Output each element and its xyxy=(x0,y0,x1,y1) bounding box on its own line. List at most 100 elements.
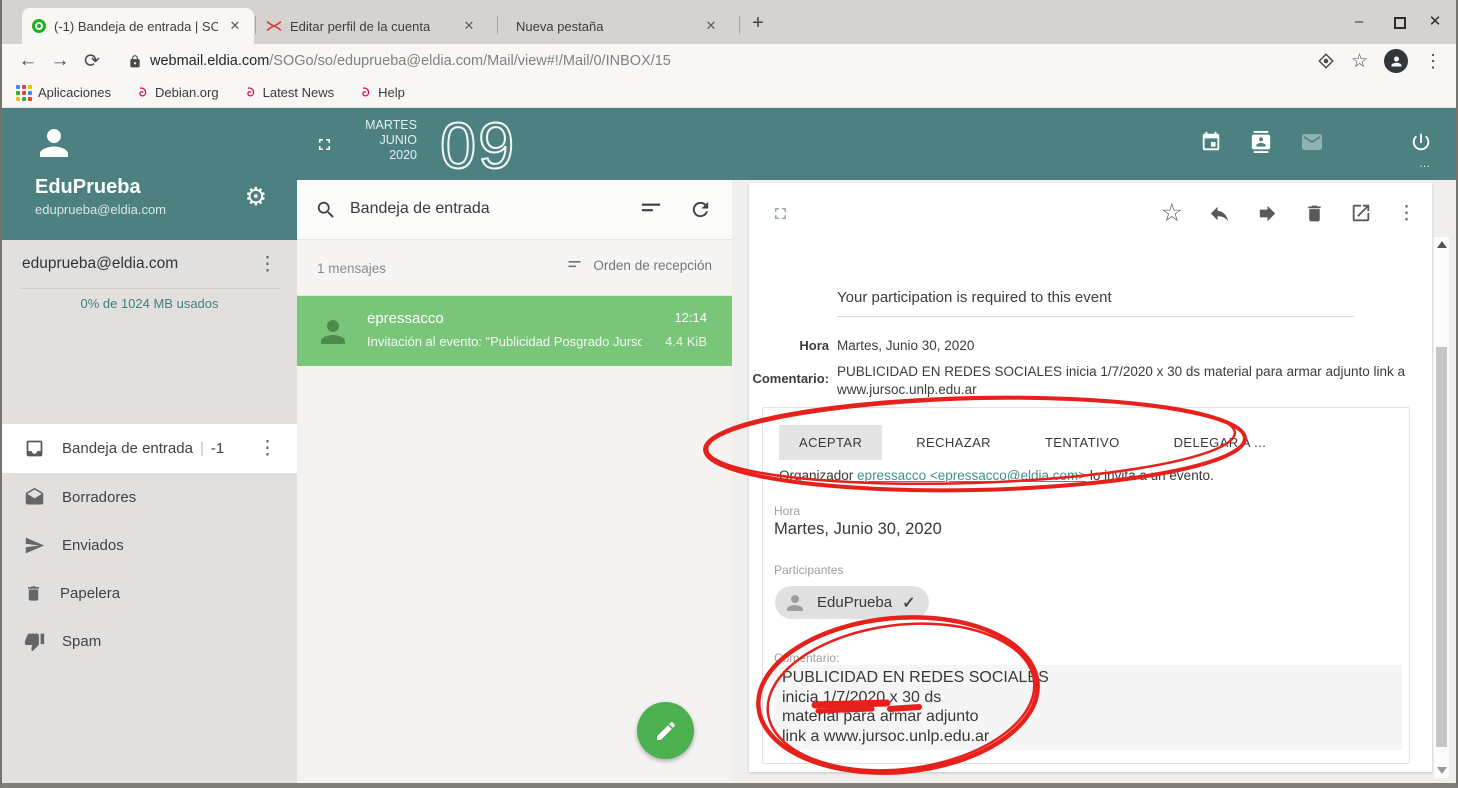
calendar-icon[interactable] xyxy=(1200,131,1222,153)
tentative-button[interactable]: TENTATIVO xyxy=(1025,425,1140,460)
invite-comment-label: Comentario: xyxy=(774,651,839,665)
message-row[interactable]: epressacco 12:14 Invitación al evento: "… xyxy=(297,296,732,366)
bookmark-label: Help xyxy=(378,85,405,100)
sidebar-item-spam[interactable]: Spam xyxy=(2,617,297,665)
sogo-favicon xyxy=(32,19,46,33)
debian-swirl-icon xyxy=(358,86,372,100)
mail-icon[interactable] xyxy=(1300,130,1324,154)
account-label: eduprueba@eldia.com xyxy=(22,255,178,273)
tab-close-icon[interactable]: ✕ xyxy=(226,18,244,34)
address-bar[interactable]: webmail.eldia.com/SOGo/so/eduprueba@eldi… xyxy=(114,47,1303,75)
bookmark-apps[interactable]: Aplicaciones xyxy=(16,85,111,101)
list-header: 1 mensajes Orden de recepción xyxy=(297,240,732,296)
compose-fab-button[interactable] xyxy=(637,702,694,759)
sort-order-control[interactable]: Orden de recepción xyxy=(567,258,712,273)
scrollbar-thumb[interactable] xyxy=(1436,347,1447,747)
debian-swirl-icon xyxy=(135,86,149,100)
account-row[interactable]: eduprueba@eldia.com ⋮ xyxy=(2,240,297,288)
tab-inbox[interactable]: (-1) Bandeja de entrada | SO ✕ xyxy=(22,8,254,44)
organizer-link[interactable]: epressacco <epressacco@eldia.com> xyxy=(857,468,1086,483)
url-path: /SOGo/so/eduprueba@eldia.com/Mail/view#!… xyxy=(269,53,671,69)
search-row[interactable]: Bandeja de entrada xyxy=(297,180,732,240)
search-icon[interactable] xyxy=(315,199,337,221)
unread-badge: -1 xyxy=(211,440,224,457)
expand-message-icon[interactable] xyxy=(771,204,790,223)
tab-new[interactable]: Nueva pestaña ✕ xyxy=(498,8,730,44)
date-month: JUNIO xyxy=(337,133,417,148)
folder-label: Spam xyxy=(62,633,101,650)
scroll-down-arrow[interactable] xyxy=(1437,767,1447,774)
participant-avatar-icon xyxy=(783,591,807,615)
debian-swirl-icon xyxy=(243,86,257,100)
tab-separator xyxy=(739,16,740,34)
app-bar: MARTES JUNIO 2020 09 … xyxy=(297,108,1456,180)
sidebar-item-inbox[interactable]: Bandeja de entrada | -1 ⋮ xyxy=(2,424,297,473)
message-size: 4.4 KiB xyxy=(665,334,707,349)
organizer-line: Organizador epressacco <epressacco@eldia… xyxy=(779,468,1214,483)
accept-button[interactable]: ACEPTAR xyxy=(779,425,882,460)
folder-label: Borradores xyxy=(62,489,136,506)
extension-eye-icon[interactable] xyxy=(1317,52,1335,70)
tab-title: Nueva pestaña xyxy=(516,19,694,34)
folder-label: Enviados xyxy=(62,537,124,554)
logout-power-icon[interactable] xyxy=(1410,131,1432,153)
sidebar: EduPrueba eduprueba@eldia.com ⚙ eduprueb… xyxy=(2,108,297,783)
tab-close-icon[interactable]: ✕ xyxy=(702,18,720,34)
reload-button[interactable]: ⟳ xyxy=(76,50,108,73)
refresh-icon[interactable] xyxy=(689,198,712,221)
folder-label: Papelera xyxy=(60,585,120,602)
profile-avatar-icon[interactable] xyxy=(1384,49,1408,73)
forward-button[interactable]: → xyxy=(44,50,76,72)
close-window-button[interactable]: ✕ xyxy=(1424,12,1446,34)
sidebar-item-trash[interactable]: Papelera xyxy=(2,569,297,617)
vertical-scrollbar[interactable] xyxy=(1433,237,1449,778)
folder-menu-icon[interactable]: ⋮ xyxy=(258,437,277,460)
delete-icon[interactable] xyxy=(1304,202,1325,225)
scroll-up-arrow[interactable] xyxy=(1437,241,1447,248)
bookmark-label: Latest News xyxy=(263,85,335,100)
message-list-column: Bandeja de entrada 1 mensajes Orden de r… xyxy=(297,180,732,783)
tab-close-icon[interactable]: ✕ xyxy=(460,18,478,34)
hora-value: Martes, Junio 30, 2020 xyxy=(837,337,974,355)
decline-button[interactable]: RECHAZAR xyxy=(896,425,1011,460)
comment-line: PUBLICIDAD EN REDES SOCIALES xyxy=(782,668,1394,688)
tab-edit-profile[interactable]: Editar perfil de la cuenta ✕ xyxy=(256,8,488,44)
new-tab-button[interactable]: + xyxy=(746,12,770,36)
bookmark-debian[interactable]: Debian.org xyxy=(135,85,219,100)
sidebar-item-sent[interactable]: Enviados xyxy=(2,521,297,569)
participant-chip[interactable]: EduPrueba ✓ xyxy=(775,586,929,619)
account-menu-icon[interactable]: ⋮ xyxy=(258,253,277,276)
sidebar-item-drafts[interactable]: Borradores xyxy=(2,473,297,521)
message-time: 12:14 xyxy=(674,310,707,325)
bookmark-latest-news[interactable]: Latest News xyxy=(243,85,335,100)
drafts-icon xyxy=(24,487,45,508)
participant-name: EduPrueba xyxy=(817,594,892,611)
flag-star-icon[interactable]: ☆ xyxy=(1161,201,1183,225)
browser-menu-icon[interactable]: ⋮ xyxy=(1424,51,1442,72)
comment-line: inicia 1/7/2020 x 30 ds xyxy=(782,688,1394,708)
logout-dots: … xyxy=(1419,158,1432,170)
sidebar-header: EduPrueba eduprueba@eldia.com ⚙ xyxy=(2,108,297,240)
bookmark-star-icon[interactable]: ☆ xyxy=(1351,50,1368,73)
minimize-button[interactable]: – xyxy=(1348,12,1370,34)
settings-gear-icon[interactable]: ⚙ xyxy=(245,182,267,212)
forward-icon[interactable] xyxy=(1256,202,1279,225)
bookmark-help[interactable]: Help xyxy=(358,85,405,100)
maximize-button[interactable] xyxy=(1394,17,1406,29)
back-button[interactable]: ← xyxy=(12,50,44,72)
message-more-icon[interactable]: ⋮ xyxy=(1397,202,1416,225)
contacts-icon[interactable] xyxy=(1250,131,1272,153)
send-icon xyxy=(24,535,45,556)
participation-banner: Your participation is required to this e… xyxy=(837,289,1112,306)
apps-grid-icon xyxy=(16,85,32,101)
tab-strip: (-1) Bandeja de entrada | SO ✕ Editar pe… xyxy=(2,0,1456,44)
invite-hora-label: Hora xyxy=(774,504,800,518)
bookmark-label: Aplicaciones xyxy=(38,85,111,100)
open-in-new-icon[interactable] xyxy=(1350,202,1372,224)
expand-list-icon[interactable] xyxy=(315,135,334,154)
red-envelope-icon xyxy=(266,19,282,33)
reply-icon[interactable] xyxy=(1208,202,1231,225)
delegate-button[interactable]: DELEGAR A ... xyxy=(1154,425,1287,460)
browser-toolbar: ← → ⟳ webmail.eldia.com/SOGo/so/eduprueb… xyxy=(2,44,1456,78)
sort-icon[interactable] xyxy=(640,202,662,218)
